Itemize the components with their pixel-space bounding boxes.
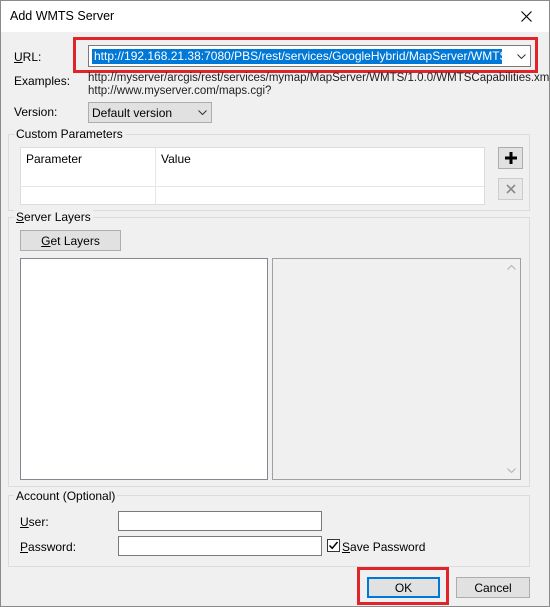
ok-button[interactable]: OK <box>367 577 440 598</box>
server-layers-list[interactable] <box>20 258 268 480</box>
layer-details-panel <box>272 258 521 480</box>
cancel-button[interactable]: Cancel <box>456 577 530 598</box>
save-password-checkbox[interactable] <box>327 539 340 552</box>
x-icon <box>505 184 516 194</box>
chevron-down-icon <box>197 110 207 115</box>
window-title: Add WMTS Server <box>10 9 115 23</box>
url-combobox[interactable]: http://192.168.21.38:7080/PBS/rest/servi… <box>88 45 531 67</box>
password-label: Password: <box>20 540 77 554</box>
remove-parameter-button[interactable] <box>498 178 523 200</box>
user-input[interactable] <box>118 511 322 531</box>
url-input-value[interactable]: http://192.168.21.38:7080/PBS/rest/servi… <box>92 49 502 64</box>
examples-label: Examples: <box>14 74 71 88</box>
example-line-2: http://www.myserver.com/maps.cgi? <box>88 85 272 97</box>
grid-column-divider <box>155 148 156 204</box>
version-dropdown[interactable]: Default version <box>88 102 212 123</box>
custom-parameters-title: Custom Parameters <box>14 127 125 141</box>
password-input[interactable] <box>118 536 322 556</box>
save-password-label[interactable]: Save Password <box>342 540 425 554</box>
user-label: User: <box>20 515 49 529</box>
chevron-down-icon <box>507 468 516 473</box>
custom-parameters-grid[interactable]: Parameter Value <box>20 147 485 205</box>
close-icon <box>520 11 532 22</box>
chevron-down-icon <box>516 53 526 59</box>
close-button[interactable] <box>503 1 549 32</box>
example-line-1: http://myserver/arcgis/rest/services/mym… <box>88 72 550 84</box>
get-layers-button[interactable]: Get Layers <box>20 230 121 251</box>
grid-column-parameter: Parameter <box>26 152 83 166</box>
scroll-down-button[interactable] <box>503 462 520 479</box>
checkmark-icon <box>328 541 339 550</box>
account-group <box>8 495 530 567</box>
add-wmts-server-dialog: Add WMTS Server URL: http://192.168.21.3… <box>0 0 550 607</box>
layer-details-scrollbar[interactable] <box>503 259 520 479</box>
server-layers-title: Server Layers <box>14 210 93 224</box>
title-bar: Add WMTS Server <box>1 1 549 32</box>
add-parameter-button[interactable] <box>498 147 523 169</box>
version-dropdown-button[interactable] <box>193 103 211 122</box>
grid-column-value: Value <box>161 152 191 166</box>
scroll-up-button[interactable] <box>503 259 520 276</box>
account-title: Account (Optional) <box>14 489 118 503</box>
version-label: Version: <box>14 105 58 119</box>
url-dropdown-button[interactable] <box>512 46 530 66</box>
chevron-up-icon <box>507 265 516 270</box>
grid-header: Parameter Value <box>21 148 484 168</box>
plus-icon <box>504 152 517 164</box>
url-label: URL: <box>14 50 42 64</box>
version-selected-value: Default version <box>92 106 173 120</box>
grid-row-divider <box>21 186 484 187</box>
